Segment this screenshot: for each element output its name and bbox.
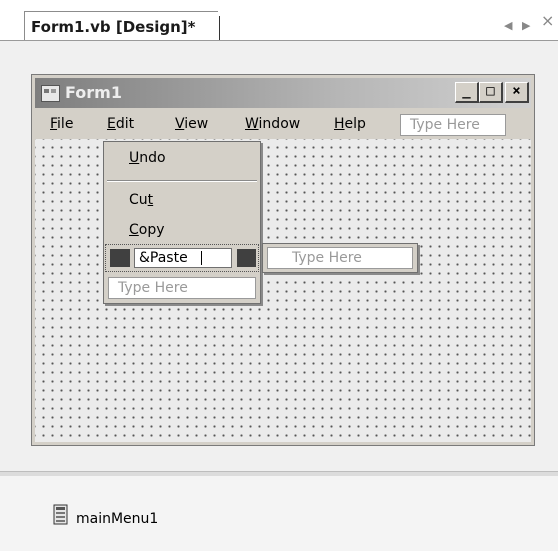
close-tab-icon[interactable]: × [541, 13, 554, 29]
menu-bar: File Edit View Window Help Type Here [35, 111, 531, 137]
menu-item-cut[interactable]: Cut [129, 192, 153, 208]
submenu-arrow-handle [237, 249, 256, 267]
form-title: Form1 [65, 83, 122, 102]
item-selection-handle [110, 249, 130, 267]
submenu-frame: Type Here [262, 243, 418, 273]
component-mainmenu1[interactable]: mainMenu1 [76, 511, 158, 527]
edit-dropdown-menu: Undo Cut Copy &Paste Type Here [103, 141, 261, 304]
form-icon [41, 85, 60, 102]
menu-window[interactable]: Window [245, 116, 300, 132]
design-tab[interactable]: Form1.vb [Design]* [24, 11, 220, 42]
menu-item-copy[interactable]: Copy [129, 222, 165, 238]
main-menu-component-icon [53, 504, 68, 525]
menu-view[interactable]: View [175, 116, 208, 132]
menu-item-paste-editing[interactable]: &Paste [105, 244, 259, 272]
scroll-tabs-right-icon[interactable]: ▶ [522, 20, 530, 31]
design-tab-label: Form1.vb [Design]* [31, 18, 196, 36]
menu-help[interactable]: Help [334, 116, 366, 132]
menu-item-undo[interactable]: Undo [129, 150, 166, 166]
paste-edit-field[interactable]: &Paste [134, 248, 232, 268]
form-titlebar[interactable]: Form1 _ □ × [35, 78, 531, 108]
submenu-type-here[interactable]: Type Here [267, 247, 413, 269]
dropdown-type-here[interactable]: Type Here [108, 277, 256, 299]
text-caret [201, 251, 202, 265]
close-button[interactable]: × [505, 82, 529, 103]
menubar-type-here[interactable]: Type Here [400, 114, 506, 136]
maximize-button[interactable]: □ [479, 82, 503, 103]
menu-separator [107, 180, 257, 182]
menu-edit[interactable]: Edit [107, 116, 134, 132]
document-tab-strip: Form1.vb [Design]* ◀ ▶ × [0, 0, 558, 42]
scroll-tabs-left-icon[interactable]: ◀ [504, 20, 512, 31]
menu-file[interactable]: File [50, 116, 73, 132]
minimize-button[interactable]: _ [455, 82, 479, 103]
